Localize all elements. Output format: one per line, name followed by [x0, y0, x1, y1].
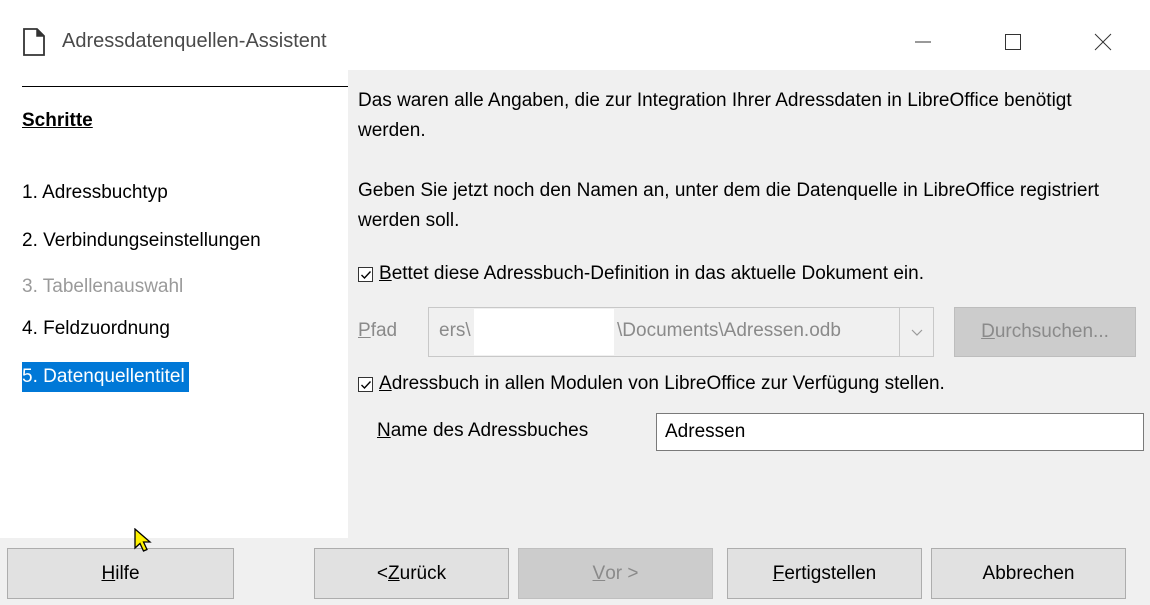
steps-heading: Schritte: [22, 110, 93, 131]
step-adressbuchtyp[interactable]: 1. Adressbuchtyp: [22, 178, 172, 208]
browse-button[interactable]: Durchsuchen...: [954, 307, 1136, 357]
path-combobox[interactable]: ers\ \Documents\Adressen.odb: [428, 307, 934, 357]
path-value-start: ers\: [439, 320, 471, 341]
path-redaction: [474, 309, 614, 355]
help-button[interactable]: Hilfe: [7, 548, 234, 599]
checkbox-checked-icon: [358, 376, 373, 392]
sidebar-divider: [22, 86, 348, 87]
maximize-icon: [1005, 34, 1021, 50]
step-feldzuordnung[interactable]: 4. Feldzuordnung: [22, 314, 174, 344]
button-bar: Hilfe < ​Zurück Vor > Fertigstellen Abbr…: [0, 538, 1150, 605]
global-checkbox-label: Adressbuch in allen Modulen von LibreOff…: [379, 373, 945, 394]
step-datenquellentitel[interactable]: 5. Datenquellentitel: [22, 362, 189, 392]
finish-button[interactable]: Fertigstellen: [727, 548, 922, 599]
close-button[interactable]: [1073, 20, 1133, 64]
window-title: Adressdatenquellen-Assistent: [62, 30, 327, 52]
embed-checkbox[interactable]: Bettet diese Adressbuch-Definition in da…: [358, 259, 924, 289]
maximize-button[interactable]: [983, 20, 1043, 64]
back-button[interactable]: < ​Zurück: [314, 548, 509, 599]
intro-text: Das waren alle Angaben, die zur Integrat…: [358, 90, 1072, 141]
dropdown-button[interactable]: [899, 308, 933, 356]
cancel-button[interactable]: Abbrechen: [931, 548, 1126, 599]
path-label: Pfad: [358, 320, 398, 341]
global-checkbox[interactable]: Adressbuch in allen Modulen von LibreOff…: [358, 369, 945, 399]
minimize-button[interactable]: [893, 20, 953, 64]
document-icon: [22, 28, 46, 56]
path-value-end: \Documents\Adressen.odb: [617, 320, 841, 341]
step-verbindungseinstellungen[interactable]: 2. Verbindungseinstellungen: [22, 226, 265, 256]
embed-checkbox-label: Bettet diese Adressbuch-Definition in da…: [379, 263, 924, 284]
steps-sidebar: Schritte 1. Adressbuchtyp 2. Verbindungs…: [0, 70, 348, 538]
next-button: Vor >: [518, 548, 713, 599]
minimize-icon: [915, 41, 931, 43]
chevron-down-icon: [911, 329, 922, 336]
content-panel: Das waren alle Angaben, die zur Integrat…: [348, 70, 1150, 538]
name-input[interactable]: Adressen: [656, 413, 1144, 451]
checkbox-checked-icon: [358, 266, 373, 282]
close-icon: [1094, 33, 1112, 51]
instruction-text: Geben Sie jetzt noch den Namen an, unter…: [358, 180, 1100, 231]
name-label: Name des Adressbuches: [377, 420, 589, 441]
mouse-cursor-icon: [134, 527, 156, 560]
step-tabellenauswahl: 3. Tabellenauswahl: [22, 276, 184, 297]
